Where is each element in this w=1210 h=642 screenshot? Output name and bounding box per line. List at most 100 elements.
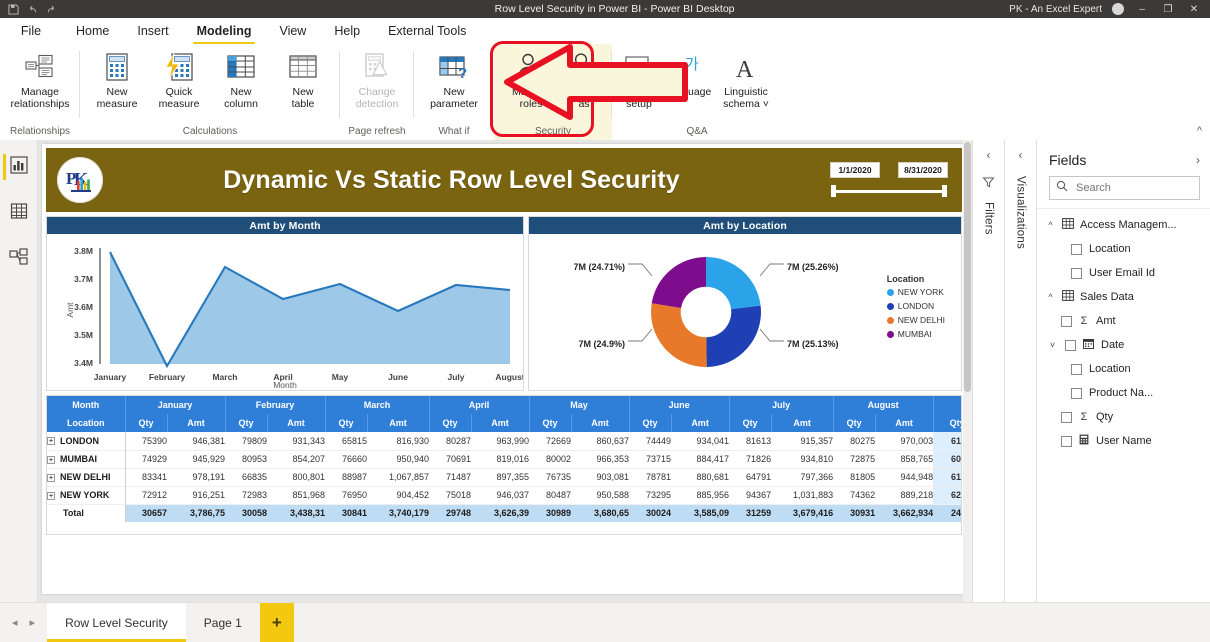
view-as-button[interactable]: View as: [562, 44, 606, 118]
canvas-scrollbar[interactable]: [963, 140, 972, 602]
expand-icon[interactable]: +: [47, 473, 55, 482]
tab-insert[interactable]: Insert: [123, 18, 182, 44]
fields-pane-header: Fields ›: [1037, 140, 1210, 176]
new-parameter-label: New parameter: [430, 86, 478, 110]
report-page[interactable]: P K Dynamic Vs Static Row Level Security…: [42, 144, 966, 594]
field-table-sales-data[interactable]: ^ Sales Data: [1037, 285, 1210, 309]
filters-pane[interactable]: ‹ Filters: [972, 140, 1004, 602]
collapse-ribbon-icon[interactable]: ^: [1197, 125, 1202, 137]
language-button[interactable]: A 가 Language: [660, 44, 716, 118]
field-item-user-email-id[interactable]: User Email Id: [1037, 261, 1210, 285]
linguistic-schema-button[interactable]: A Linguistic schema ˅: [716, 44, 776, 118]
slicer-track[interactable]: [830, 184, 948, 198]
legend-item-london[interactable]: LONDON: [886, 301, 945, 311]
fields-search-box[interactable]: [1049, 176, 1200, 200]
tab-view[interactable]: View: [265, 18, 320, 44]
expand-icon[interactable]: +: [47, 437, 55, 446]
field-item-qty[interactable]: Σ Qty: [1037, 405, 1210, 429]
page-tab-page-1[interactable]: Page 1: [186, 603, 260, 642]
qa-setup-button[interactable]: Q&A setup: [618, 44, 660, 118]
chevron-down-icon[interactable]: ˅: [1047, 340, 1058, 350]
field-table-access-management[interactable]: ^ Access Managem...: [1037, 213, 1210, 237]
field-checkbox[interactable]: [1061, 411, 1072, 423]
new-column-button[interactable]: New column: [210, 44, 272, 118]
chevron-left-icon[interactable]: ‹: [987, 148, 991, 162]
sidebar-item-data-view[interactable]: [4, 200, 34, 226]
slicer-end-value[interactable]: 8/31/2020: [898, 162, 948, 178]
legend-item-new-york[interactable]: NEW YORK: [886, 287, 945, 297]
chevron-right-icon[interactable]: ›: [1196, 153, 1200, 167]
field-item-user-name[interactable]: User Name: [1037, 429, 1210, 453]
field-checkbox[interactable]: [1061, 315, 1072, 327]
manage-relationships-button[interactable]: Manage relationships: [6, 44, 74, 118]
expand-icon[interactable]: +: [47, 455, 55, 464]
redo-icon[interactable]: [46, 4, 57, 15]
row-header-new-delhi[interactable]: + NEW DELHI: [47, 468, 126, 486]
ytick-3.7M: 3.7M: [74, 274, 93, 284]
chevron-up-icon[interactable]: ^: [1045, 220, 1056, 230]
field-checkbox[interactable]: [1071, 363, 1082, 375]
field-checkbox[interactable]: [1071, 267, 1082, 279]
area-fill: [110, 252, 510, 366]
cell: 64791: [746, 472, 772, 482]
manage-roles-button[interactable]: Manage roles: [500, 44, 562, 118]
sidebar-item-report-view[interactable]: [2, 154, 34, 180]
tab-modeling[interactable]: Modeling: [183, 18, 266, 44]
expand-icon[interactable]: +: [47, 491, 55, 500]
field-item-location-access[interactable]: Location: [1037, 237, 1210, 261]
close-button[interactable]: ✕: [1186, 2, 1202, 16]
matrix-sub-amt-jan: Amt: [167, 414, 226, 432]
save-icon[interactable]: [8, 3, 19, 15]
field-label: Qty: [1096, 411, 1114, 423]
field-checkbox[interactable]: [1071, 243, 1082, 255]
avatar[interactable]: [1112, 3, 1124, 15]
ribbon-group-qa: Q&A setup A 가 Language A Linguistic schema: [612, 44, 782, 140]
cell: 80487: [546, 490, 572, 500]
field-checkbox[interactable]: [1065, 339, 1076, 351]
field-checkbox[interactable]: [1071, 387, 1082, 399]
page-next-button[interactable]: ▸: [30, 616, 36, 629]
new-parameter-button[interactable]: ? New parameter: [420, 44, 488, 118]
cell: 860,637: [596, 435, 630, 446]
row-header-new-york[interactable]: + NEW YORK: [47, 486, 126, 504]
tab-external-tools[interactable]: External Tools: [374, 18, 480, 44]
search-input[interactable]: [1074, 181, 1193, 195]
field-item-amt[interactable]: Σ Amt: [1037, 309, 1210, 333]
visual-matrix-table[interactable]: Month January February March April May J…: [46, 395, 962, 535]
visualizations-pane[interactable]: ‹ Visualizations: [1004, 140, 1036, 602]
add-page-button[interactable]: +: [259, 603, 294, 642]
legend-item-mumbai[interactable]: MUMBAI: [886, 329, 945, 339]
chevron-up-icon[interactable]: ^: [1045, 292, 1056, 302]
page-prev-button[interactable]: ◂: [12, 616, 18, 629]
visual-amt-by-month[interactable]: Amt by Month 3.8M 3.7M 3.6M 3.5M 3.4M Ja…: [46, 216, 525, 391]
minimize-button[interactable]: –: [1134, 2, 1150, 16]
tab-help[interactable]: Help: [320, 18, 374, 44]
legend-item-new-delhi[interactable]: NEW DELHI: [886, 315, 945, 325]
change-detection-button[interactable]: Change detection: [346, 44, 408, 118]
new-measure-button[interactable]: New measure: [86, 44, 148, 118]
ribbon-group-calculations: New measure Quick measure New column New…: [80, 44, 340, 140]
account-name[interactable]: PK - An Excel Expert: [1009, 4, 1102, 15]
visual-amt-by-location[interactable]: Amt by Location 7M (25.26%) 7M (25.13%) …: [528, 216, 962, 391]
undo-icon[interactable]: [27, 4, 38, 15]
tab-home[interactable]: Home: [62, 18, 123, 44]
field-checkbox[interactable]: [1061, 435, 1072, 447]
new-table-button[interactable]: New table: [272, 44, 334, 118]
date-range-slicer[interactable]: 1/1/2020 8/31/2020: [830, 162, 948, 198]
slicer-start-value[interactable]: 1/1/2020: [830, 162, 880, 178]
quick-measure-button[interactable]: Quick measure: [148, 44, 210, 118]
restore-button[interactable]: ❐: [1160, 2, 1176, 16]
canvas-scrollbar-thumb[interactable]: [964, 142, 971, 392]
row-header-mumbai[interactable]: + MUMBAI: [47, 450, 126, 468]
sidebar-item-model-view[interactable]: [4, 246, 34, 272]
cell: 75018: [446, 490, 472, 500]
slicer-handle-right[interactable]: [942, 185, 947, 197]
slicer-handle-left[interactable]: [831, 185, 836, 197]
field-item-product-name[interactable]: Product Na...: [1037, 381, 1210, 405]
tab-file[interactable]: File: [0, 18, 62, 44]
row-header-london[interactable]: + LONDON: [47, 432, 126, 450]
field-item-location-sales[interactable]: Location: [1037, 357, 1210, 381]
chevron-left-icon[interactable]: ‹: [1019, 148, 1023, 162]
field-item-date[interactable]: ˅ Date: [1037, 333, 1210, 357]
page-tab-row-level-security[interactable]: Row Level Security: [47, 603, 186, 642]
